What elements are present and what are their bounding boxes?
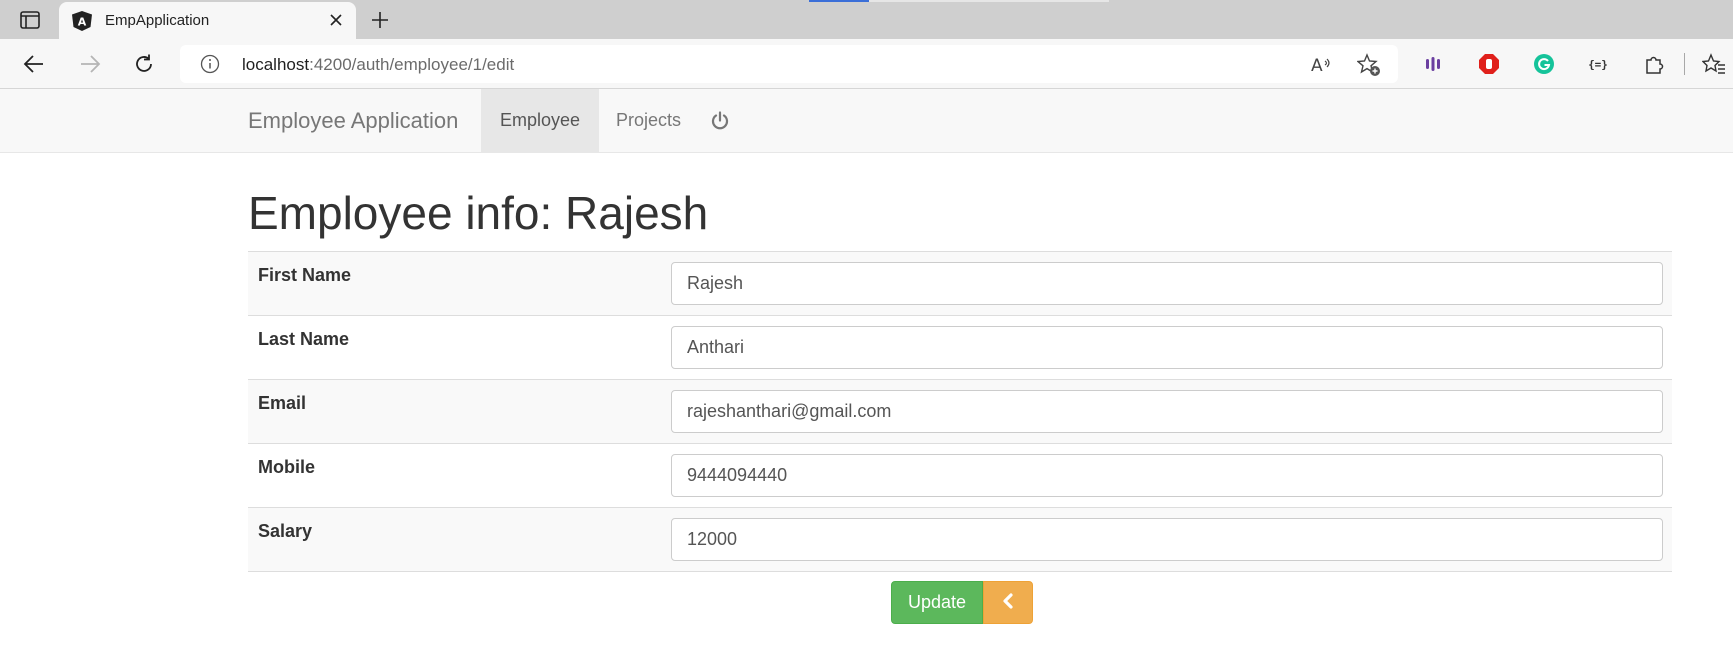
employee-form: First Name Last Name Email Mobile Salary [248, 251, 1672, 572]
first-name-field[interactable] [671, 262, 1663, 305]
favorites-icon[interactable] [1702, 52, 1726, 76]
navbar-brand[interactable]: Employee Application [248, 108, 458, 134]
reload-icon[interactable] [128, 48, 160, 80]
new-tab-icon[interactable] [366, 6, 394, 34]
email-field[interactable] [671, 390, 1663, 433]
form-row-salary: Salary [248, 508, 1672, 572]
last-name-field[interactable] [671, 326, 1663, 369]
tab-strip-indicator [809, 0, 869, 2]
svg-text:{=}: {=} [1588, 58, 1608, 71]
address-bar[interactable]: localhost:4200/auth/employee/1/edit A [180, 45, 1398, 83]
grammarly-icon[interactable] [1532, 52, 1556, 76]
power-icon[interactable] [706, 107, 734, 135]
browser-tab-bar: A EmpApplication [0, 0, 1733, 39]
svg-text:A: A [1311, 56, 1323, 75]
url-text[interactable]: localhost:4200/auth/employee/1/edit [242, 55, 514, 75]
angular-logo-icon: A [71, 10, 93, 32]
form-row-last-name: Last Name [248, 316, 1672, 380]
form-row-email: Email [248, 380, 1672, 444]
form-row-mobile: Mobile [248, 444, 1672, 508]
read-aloud-icon[interactable]: A [1310, 53, 1334, 77]
tab-strip-indicator-track [869, 0, 1109, 2]
site-info-icon[interactable] [200, 54, 220, 74]
mobile-label: Mobile [258, 457, 315, 477]
back-button[interactable] [983, 581, 1034, 624]
nav-link-projects[interactable]: Projects [597, 89, 700, 152]
browser-tab[interactable]: A EmpApplication [59, 2, 356, 39]
last-name-label: Last Name [258, 329, 350, 349]
back-arrow-icon[interactable] [18, 48, 50, 80]
nav-link-employee[interactable]: Employee [481, 89, 600, 152]
adblock-icon[interactable] [1477, 52, 1501, 76]
page-title: Employee info: Rajesh [248, 187, 709, 239]
forward-arrow-icon[interactable] [74, 48, 106, 80]
close-tab-icon[interactable] [326, 10, 346, 30]
form-row-first-name: First Name [248, 252, 1672, 316]
tab-title: EmpApplication [105, 12, 210, 29]
salary-label: Salary [258, 521, 313, 541]
svg-text:A: A [78, 16, 87, 29]
tab-actions-icon[interactable] [16, 8, 44, 32]
extensions-puzzle-icon[interactable] [1642, 52, 1666, 76]
extension-purple-icon[interactable] [1421, 52, 1445, 76]
chevron-left-icon [1001, 593, 1015, 612]
email-label: Email [258, 393, 307, 413]
add-favorite-icon[interactable] [1357, 53, 1381, 77]
update-button[interactable]: Update [891, 581, 984, 624]
salary-field[interactable] [671, 518, 1663, 561]
json-viewer-icon[interactable]: {=} [1586, 52, 1610, 76]
mobile-field[interactable] [671, 454, 1663, 497]
browser-toolbar: localhost:4200/auth/employee/1/edit A {=… [0, 39, 1733, 89]
toolbar-separator [1684, 53, 1685, 75]
form-actions: Update [891, 581, 1034, 624]
app-navbar: Employee Application Employee Projects [0, 89, 1733, 153]
first-name-label: First Name [258, 265, 352, 285]
